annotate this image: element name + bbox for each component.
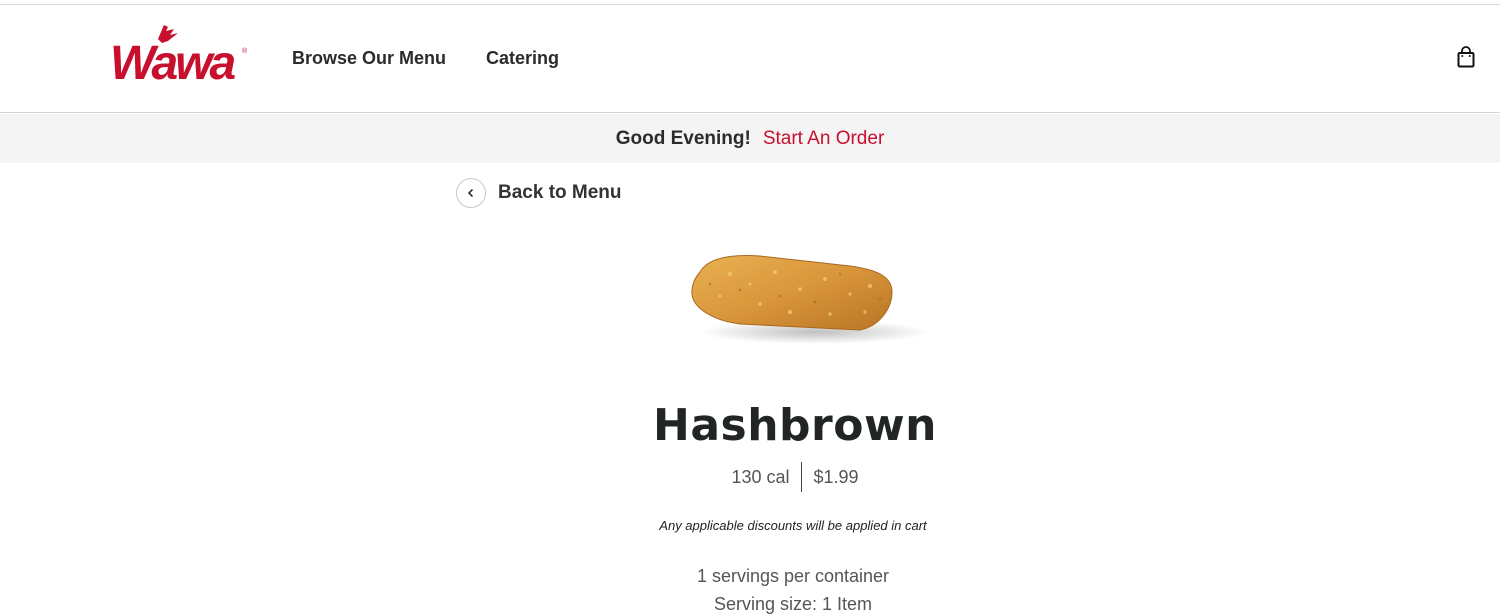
back-to-menu-label: Back to Menu [498,182,622,203]
greeting-text: Good Evening! [615,127,751,149]
wawa-logo[interactable]: Wawa ® [108,21,250,85]
serving-size: Serving size: 1 Item [713,594,873,614]
calories-value: 130 cal [731,466,790,487]
site-header: Wawa ® Browse Our Menu Catering [0,5,1500,113]
discount-note: Any applicable discounts will be applied… [659,518,927,533]
product-title: Hashbrown [653,400,937,451]
nav-catering[interactable]: Catering [486,48,559,69]
servings-per-container: 1 servings per container [696,566,890,586]
nav-browse-menu[interactable]: Browse Our Menu [292,48,446,69]
start-order-link[interactable]: Start An Order [763,128,884,150]
hashbrown-image [691,255,930,344]
logo-wordmark: Wawa [110,37,235,85]
price-value: $1.99 [813,466,859,487]
greeting-bar: Good Evening! Start An Order [0,114,1500,163]
product-meta: 130 cal $1.99 [0,462,1500,492]
chevron-left-icon [467,188,474,198]
back-to-menu-link[interactable]: Back to Menu [456,178,622,208]
back-button-circle[interactable] [456,178,486,208]
shopping-bag-icon[interactable] [1456,46,1476,68]
svg-text:®: ® [242,47,248,55]
